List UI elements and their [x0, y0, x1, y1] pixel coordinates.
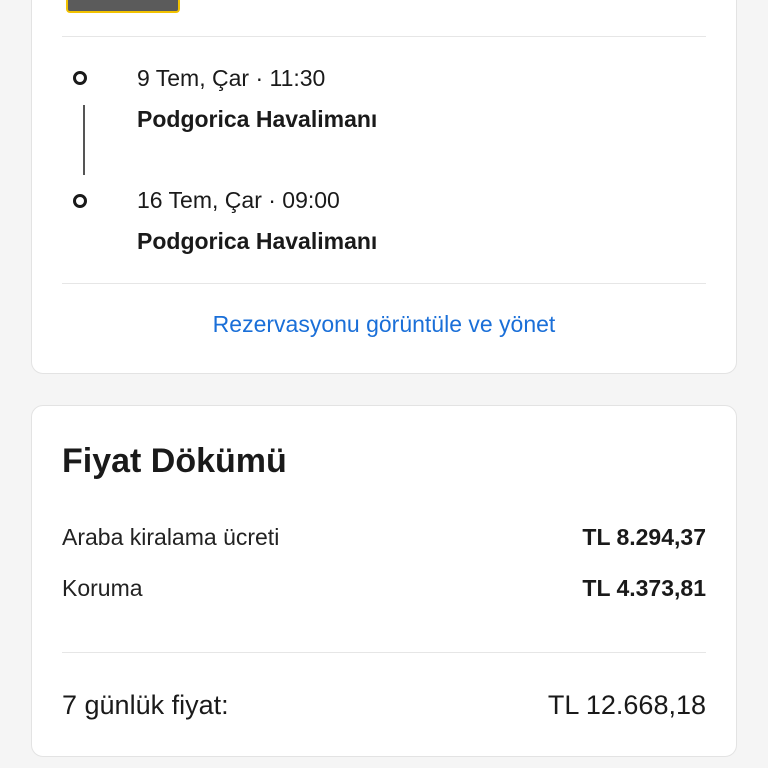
- dropoff-circle-icon: [73, 194, 87, 208]
- pickup-datetime: 9 Tem, Çar · 11:30: [137, 65, 326, 91]
- protection-value: TL 4.373,81: [582, 575, 706, 601]
- divider: [62, 283, 706, 284]
- protection-label: Koruma: [62, 575, 143, 601]
- trip-card: 9 Tem, Çar · 11:30 Podgorica Havalimanı …: [31, 0, 737, 374]
- price-breakdown-title: Fiyat Dökümü: [62, 442, 287, 480]
- dropoff-datetime: 16 Tem, Çar · 09:00: [137, 187, 340, 213]
- pickup-circle-icon: [73, 71, 87, 85]
- rental-fee-value: TL 8.294,37: [582, 524, 706, 550]
- timeline-line: [83, 105, 85, 175]
- divider: [62, 652, 706, 653]
- dropoff-location: Podgorica Havalimanı: [137, 228, 378, 254]
- car-thumbnail: [66, 0, 180, 13]
- price-breakdown-card: Fiyat Dökümü Araba kiralama ücreti TL 8.…: [31, 405, 737, 757]
- pickup-location: Podgorica Havalimanı: [137, 106, 378, 132]
- rental-fee-label: Araba kiralama ücreti: [62, 524, 280, 550]
- total-price-value: TL 12.668,18: [547, 690, 706, 720]
- manage-booking-link[interactable]: Rezervasyonu görüntüle ve yönet: [32, 311, 736, 338]
- total-price-label: 7 günlük fiyat:: [62, 690, 229, 720]
- divider: [62, 36, 706, 37]
